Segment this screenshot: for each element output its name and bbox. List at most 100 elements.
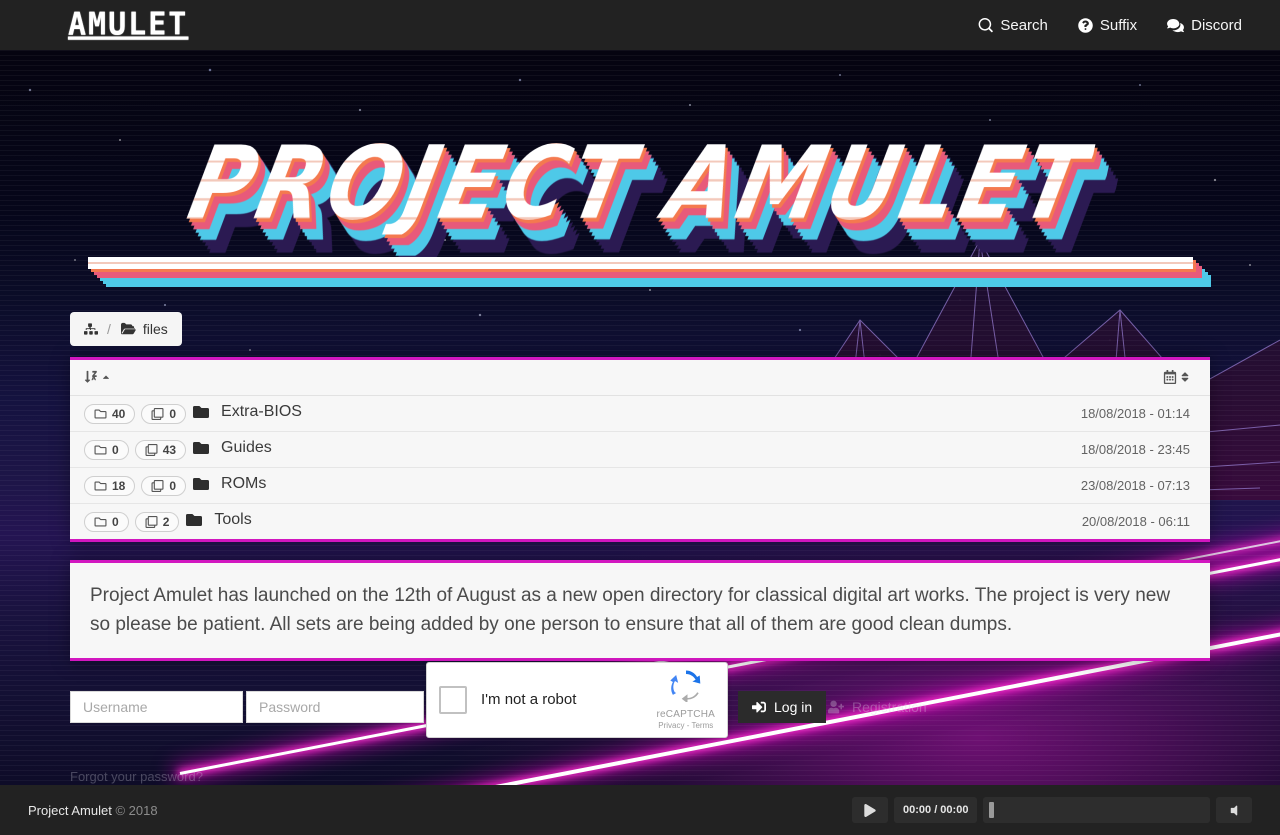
- file-list-panel: 40 0 Extra-BIOS 18/08/2018 - 01:14 0 43 Guides…: [70, 357, 1210, 542]
- registration-link[interactable]: Registration: [828, 691, 927, 723]
- sort-by-name-button[interactable]: [84, 370, 111, 384]
- playback-time: 00:00 / 00:00: [894, 797, 978, 823]
- folder-icon: [94, 408, 107, 420]
- audio-player: 00:00 / 00:00: [852, 797, 1252, 823]
- file-table-body: 40 0 Extra-BIOS 18/08/2018 - 01:14 0 43 Guides…: [70, 396, 1210, 540]
- folder-count-value: 0: [112, 515, 119, 529]
- table-row[interactable]: 18 0 ROMs 23/08/2018 - 07:13: [70, 468, 1210, 504]
- file-table: 40 0 Extra-BIOS 18/08/2018 - 01:14 0 43 Guides…: [70, 360, 1210, 539]
- file-count-value: 2: [162, 515, 170, 529]
- file-row-name-cell: 0 2 Tools: [70, 504, 830, 540]
- breadcrumb-home-link[interactable]: [84, 322, 98, 336]
- column-header-name: [70, 360, 830, 396]
- file-count-badge: 0: [141, 476, 187, 496]
- recaptcha-label: I'm not a robot: [481, 691, 577, 709]
- folder-name-label: Extra-BIOS: [221, 403, 302, 420]
- login-form: I'm not a robot reCAPTCHA Privacy - Term…: [70, 661, 1210, 751]
- user-plus-icon: [828, 700, 844, 714]
- registration-link-label: Registration: [852, 698, 927, 715]
- sort-icon: [1180, 371, 1190, 383]
- copy-files-icon: [145, 444, 158, 456]
- file-count-value: 43: [162, 443, 177, 457]
- nav-item-suffix[interactable]: Suffix: [1078, 17, 1137, 34]
- comments-icon: [1167, 18, 1185, 33]
- file-count-badge: 0: [141, 404, 187, 424]
- sign-in-icon: [752, 700, 766, 714]
- footer-copyright-year: © 2018: [115, 802, 158, 818]
- breadcrumb: / files: [70, 312, 182, 346]
- recaptcha-branding: reCAPTCHA Privacy - Terms: [657, 670, 715, 730]
- seek-handle[interactable]: [989, 802, 995, 818]
- table-row[interactable]: 0 2 Tools 20/08/2018 - 06:11: [70, 504, 1210, 540]
- recaptcha-checkbox[interactable]: [439, 685, 467, 714]
- file-row-date-cell: 18/08/2018 - 01:14: [1080, 406, 1190, 421]
- password-input[interactable]: [246, 690, 424, 723]
- folder-name-label: Guides: [221, 439, 272, 456]
- folder-open-icon: [120, 322, 136, 336]
- nav-item-discord-label: Discord: [1191, 16, 1242, 34]
- copy-files-icon: [151, 480, 164, 492]
- file-count-badge: 2: [134, 512, 180, 532]
- folder-count-badge: 18: [84, 476, 136, 496]
- copy-files-icon: [151, 408, 164, 420]
- folder-icon: [94, 516, 107, 528]
- copy-files-icon: [145, 516, 158, 528]
- file-row-name-cell: 0 43 Guides: [70, 432, 830, 468]
- folder-icon: [94, 480, 107, 492]
- sitemap-icon: [84, 322, 98, 336]
- footer-bar: Project Amulet © 2018 00:00 / 00:00: [0, 785, 1280, 835]
- folder-link[interactable]: ROMs: [192, 475, 266, 493]
- search-icon: [978, 17, 994, 33]
- folder-icon: [94, 444, 107, 456]
- file-row-name-cell: 18 0 ROMs: [70, 468, 830, 504]
- recaptcha-brand-name: reCAPTCHA: [656, 708, 715, 720]
- table-row[interactable]: 0 43 Guides 18/08/2018 - 23:45: [70, 432, 1210, 468]
- login-button[interactable]: Log in: [738, 690, 827, 723]
- nav-item-search[interactable]: Search: [978, 17, 1048, 34]
- nav-item-suffix-label: Suffix: [1099, 16, 1138, 34]
- folder-count-value: 18: [112, 479, 126, 493]
- folder-link[interactable]: Guides: [192, 439, 272, 457]
- mute-button[interactable]: [1216, 797, 1252, 823]
- top-navbar: Amulet Search Suffix Discord: [0, 0, 1280, 50]
- folder-solid-icon: [192, 440, 210, 456]
- file-row-name-cell: 40 0 Extra-BIOS: [70, 396, 830, 432]
- username-input[interactable]: [70, 690, 243, 723]
- question-circle-icon: [1078, 17, 1093, 33]
- recaptcha-legal-links[interactable]: Privacy - Terms: [657, 721, 715, 730]
- play-icon: [864, 803, 876, 817]
- sort-by-date-button[interactable]: [1163, 370, 1190, 384]
- footer-site-name: Project Amulet: [28, 802, 112, 818]
- folder-count-badge: 0: [84, 440, 129, 460]
- seek-bar[interactable]: [983, 797, 1210, 823]
- announcement-panel: Project Amulet has launched on the 12th …: [70, 560, 1210, 661]
- file-table-header-row: [70, 360, 1210, 396]
- folder-count-badge: 40: [84, 404, 136, 424]
- play-button[interactable]: [852, 797, 888, 823]
- file-row-date-cell: 23/08/2018 - 07:13: [1080, 478, 1190, 493]
- recaptcha-widget[interactable]: I'm not a robot reCAPTCHA Privacy - Term…: [426, 661, 728, 738]
- calendar-icon: [1163, 370, 1177, 384]
- file-table-head: [70, 360, 1210, 396]
- main-content: / files 40 0 Extra-BIOS 18/08/2018 - 01:…: [0, 50, 1280, 786]
- breadcrumb-item-files[interactable]: files: [120, 321, 168, 337]
- login-button-label: Log in: [774, 698, 813, 715]
- file-count-badge: 43: [134, 440, 187, 460]
- folder-count-value: 0: [112, 443, 119, 457]
- breadcrumb-item-files-label: files: [142, 321, 168, 337]
- nav-item-discord[interactable]: Discord: [1167, 17, 1242, 34]
- folder-solid-icon: [185, 512, 203, 528]
- folder-solid-icon: [192, 404, 210, 420]
- folder-count-badge: 0: [84, 512, 129, 532]
- folder-name-label: Tools: [214, 511, 252, 528]
- breadcrumb-separator: /: [107, 321, 111, 337]
- table-row[interactable]: 40 0 Extra-BIOS 18/08/2018 - 01:14: [70, 396, 1210, 432]
- brand-logo[interactable]: Amulet: [28, 9, 188, 41]
- footer-copyright: Project Amulet © 2018: [28, 803, 158, 818]
- page-root: Amulet Search Suffix Discord: [0, 0, 1280, 835]
- forgot-password-link[interactable]: Forgot your password?: [70, 769, 203, 784]
- file-count-value: 0: [169, 407, 177, 421]
- nav-item-search-label: Search: [1000, 16, 1048, 34]
- folder-link[interactable]: Extra-BIOS: [192, 403, 302, 421]
- folder-link[interactable]: Tools: [185, 511, 252, 529]
